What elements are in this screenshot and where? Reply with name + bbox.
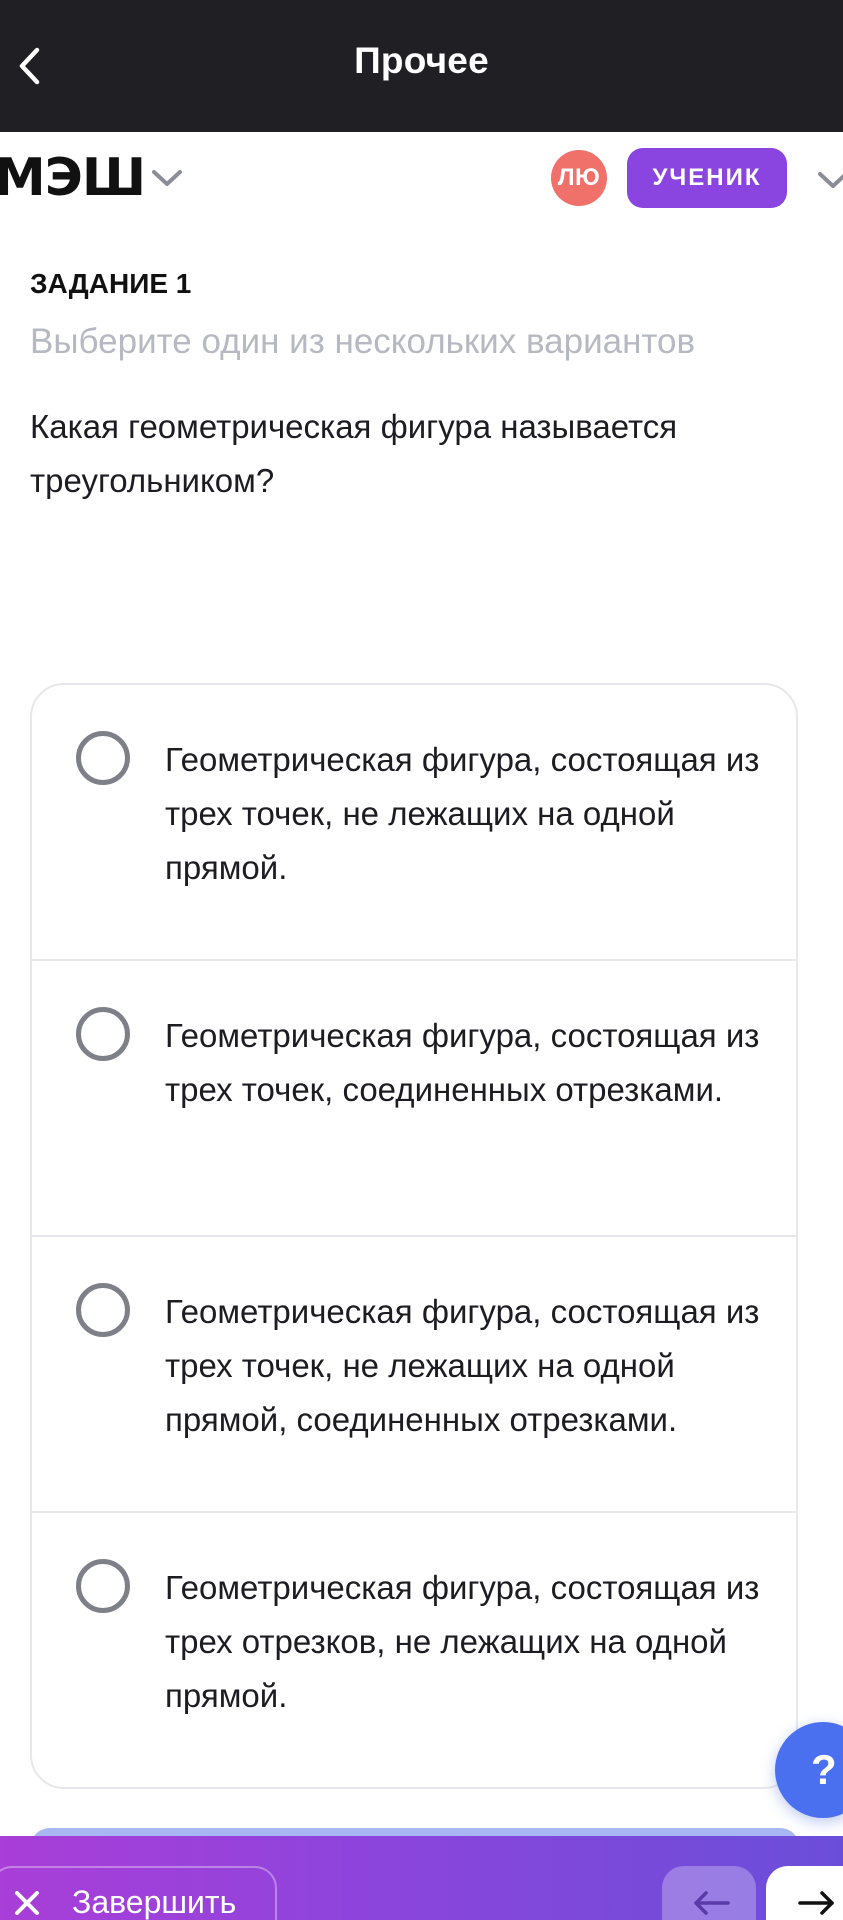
- radio-button[interactable]: [76, 731, 130, 785]
- question-text: Какая геометрическая фигура называется т…: [30, 408, 678, 499]
- answer-option-text: Геометрическая фигура, состоящая из трех…: [165, 741, 760, 886]
- finish-button-label: Завершить: [72, 1884, 237, 1920]
- top-bar: Прочее: [0, 0, 843, 132]
- arrow-left-icon: [694, 1891, 730, 1915]
- answer-option-text: Геометрическая фигура, состоящая из трех…: [165, 1569, 760, 1714]
- answer-option-text: Геометрическая фигура, состоящая из трех…: [165, 1017, 760, 1108]
- chevron-down-icon[interactable]: [150, 166, 184, 190]
- radio-button[interactable]: [76, 1559, 130, 1613]
- role-badge[interactable]: УЧЕНИК: [627, 148, 787, 208]
- finish-button[interactable]: Завершить: [0, 1866, 277, 1920]
- avatar[interactable]: ЛЮ: [551, 150, 607, 206]
- answer-option[interactable]: Геометрическая фигура, состоящая из трех…: [32, 685, 796, 961]
- answer-options: Геометрическая фигура, состоящая из трех…: [30, 683, 798, 1789]
- answer-option[interactable]: Геометрическая фигура, состоящая из трех…: [32, 1237, 796, 1513]
- answer-option[interactable]: Геометрическая фигура, состоящая из трех…: [32, 1513, 796, 1787]
- page-title: Прочее: [354, 40, 489, 81]
- answer-option-text: Геометрическая фигура, состоящая из трех…: [165, 1293, 760, 1438]
- chevron-down-icon[interactable]: [816, 168, 843, 192]
- page: Прочее МЭШ ЛЮ УЧЕНИК ЗАДАНИЕ 1 Выберите …: [0, 0, 843, 1920]
- task-label: ЗАДАНИЕ 1: [30, 268, 192, 299]
- app-header: МЭШ ЛЮ УЧЕНИК: [0, 132, 843, 227]
- previous-button[interactable]: [662, 1866, 756, 1920]
- arrow-right-icon: [798, 1891, 834, 1915]
- close-icon: [15, 1891, 39, 1915]
- app-logo[interactable]: МЭШ: [0, 148, 146, 208]
- next-button[interactable]: [766, 1866, 843, 1920]
- radio-button[interactable]: [76, 1283, 130, 1337]
- radio-button[interactable]: [76, 1007, 130, 1061]
- task-hint: Выберите один из нескольких вариантов: [30, 322, 696, 361]
- bottom-bar: Завершить: [0, 1836, 843, 1920]
- answer-option[interactable]: Геометрическая фигура, состоящая из трех…: [32, 961, 796, 1237]
